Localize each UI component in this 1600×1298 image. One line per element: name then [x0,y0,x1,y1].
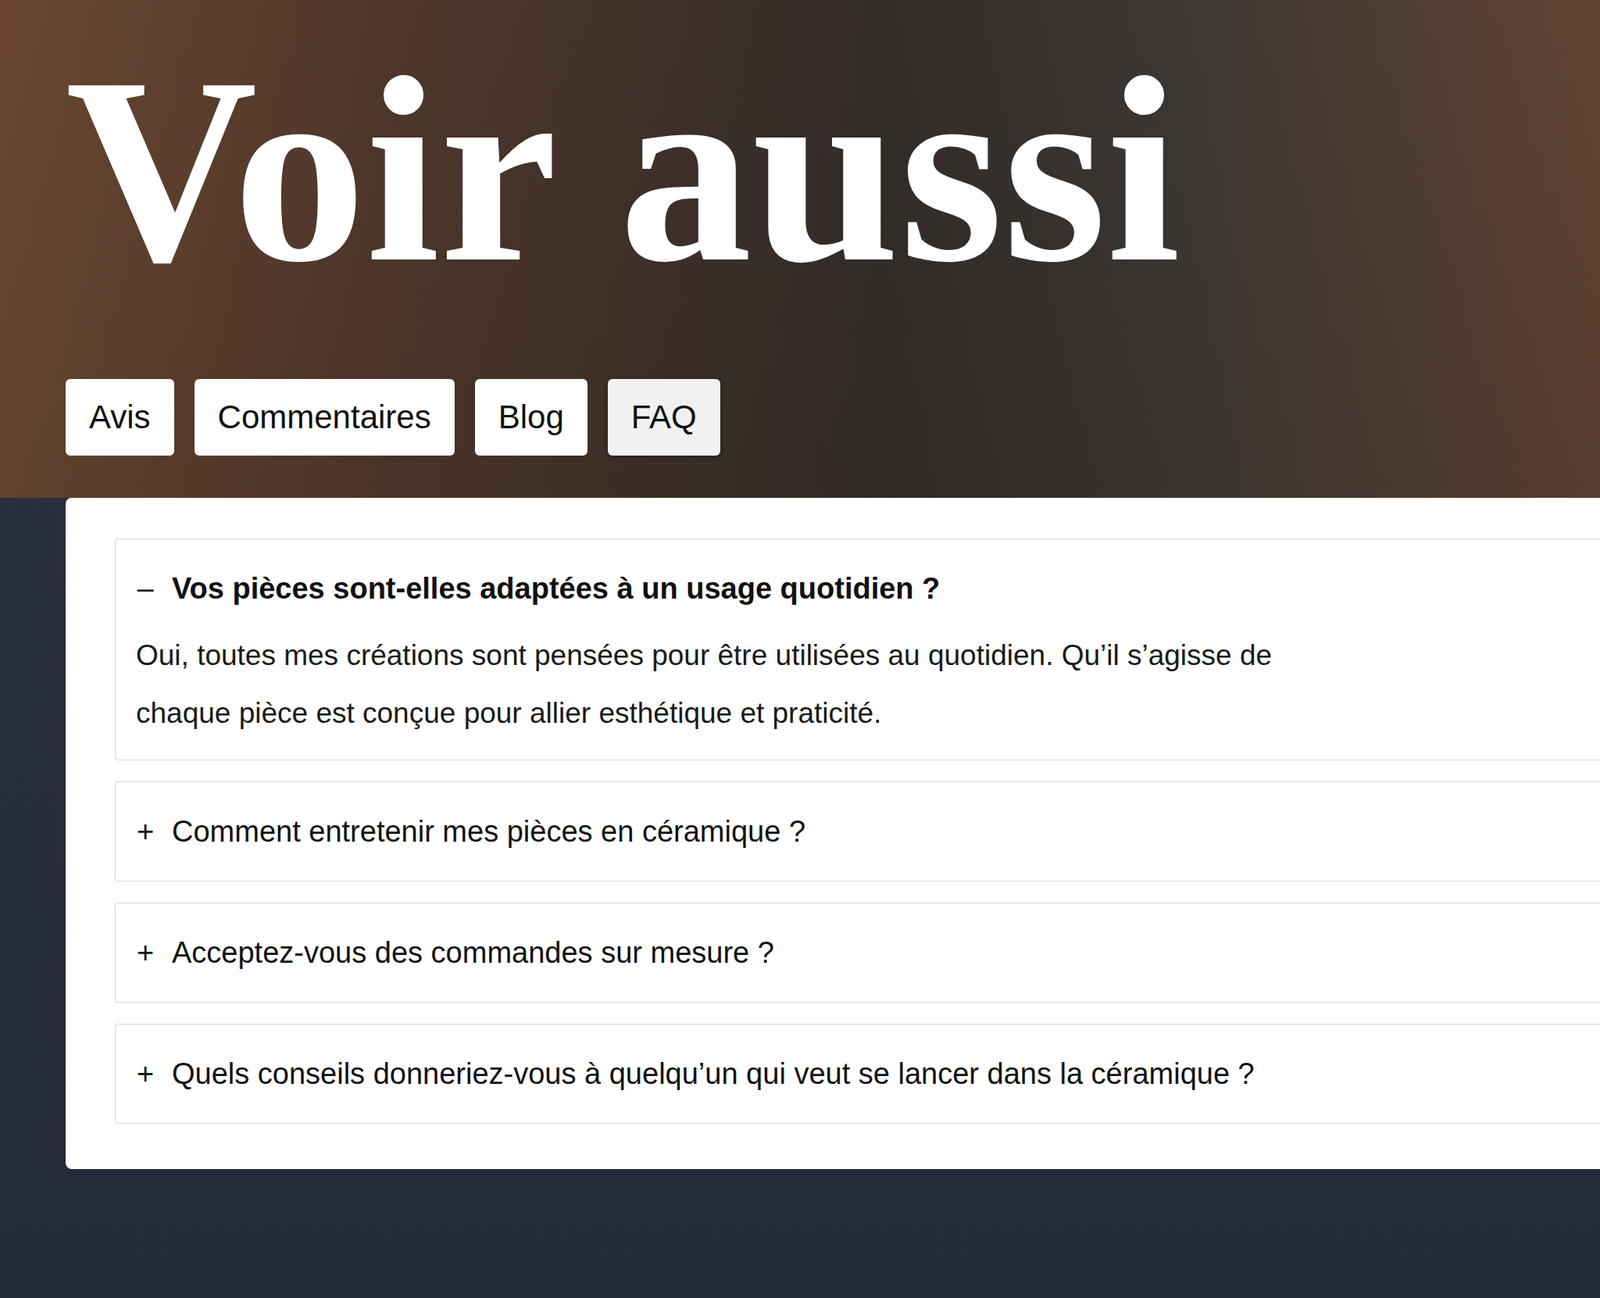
question-text[interactable]: Comment entretenir mes pièces en céramiq… [171,813,806,850]
question-text[interactable]: Quels conseils donneriez-vous à quelqu’u… [171,1055,1255,1092]
expand-icon[interactable]: + [135,1055,155,1092]
question-text[interactable]: Acceptez-vous des commandes sur mesure ? [171,934,775,971]
expand-icon[interactable]: + [135,813,155,850]
expand-icon[interactable]: + [135,934,155,971]
faq-item: –Vos pièces sont-elles adaptées à un usa… [114,538,1600,761]
page: Voir aussi AvisCommentaires BlogFAQ –Vos pi… [0,0,1600,1298]
tab-bar: AvisCommentaires BlogFAQ [65,378,1600,456]
tab[interactable]: FAQ [607,378,721,456]
faq-item: + Acceptez-vous des commandes sur mesure … [114,902,1600,1003]
answer-line: chaque pièce est conçue pour allier esth… [135,684,1580,743]
faq-question[interactable]: –Vos pièces sont-elles adaptées à un usa… [115,539,1600,638]
tab[interactable]: Commentaires [194,378,455,456]
faq-answer: Oui, toutes mes créations sont pensées p… [115,626,1600,760]
hero-photo: Voir aussi AvisCommentaires BlogFAQ [0,0,1600,498]
faq-item: + Comment entretenir mes pièces en cérami… [114,781,1600,882]
tab[interactable]: Blog [475,378,588,456]
answer-line: Oui, toutes mes créations sont pensées p… [135,626,1580,685]
tab[interactable]: Avis [65,378,175,456]
collapse-icon[interactable]: – [135,570,155,607]
faq-question[interactable]: + Quels conseils donneriez-vous à quelqu’… [115,1024,1600,1123]
faq-item: + Quels conseils donneriez-vous à quelqu’… [114,1023,1600,1124]
faq-question[interactable]: + Comment entretenir mes pièces en cérami… [115,782,1600,881]
faq-panel: –Vos pièces sont-elles adaptées à un usa… [65,497,1600,1169]
faq-question[interactable]: + Acceptez-vous des commandes sur mesure … [115,903,1600,1002]
question-text[interactable]: Vos pièces sont-elles adaptées à un usag… [171,570,940,607]
page-heading: Voir aussi [65,37,1600,304]
